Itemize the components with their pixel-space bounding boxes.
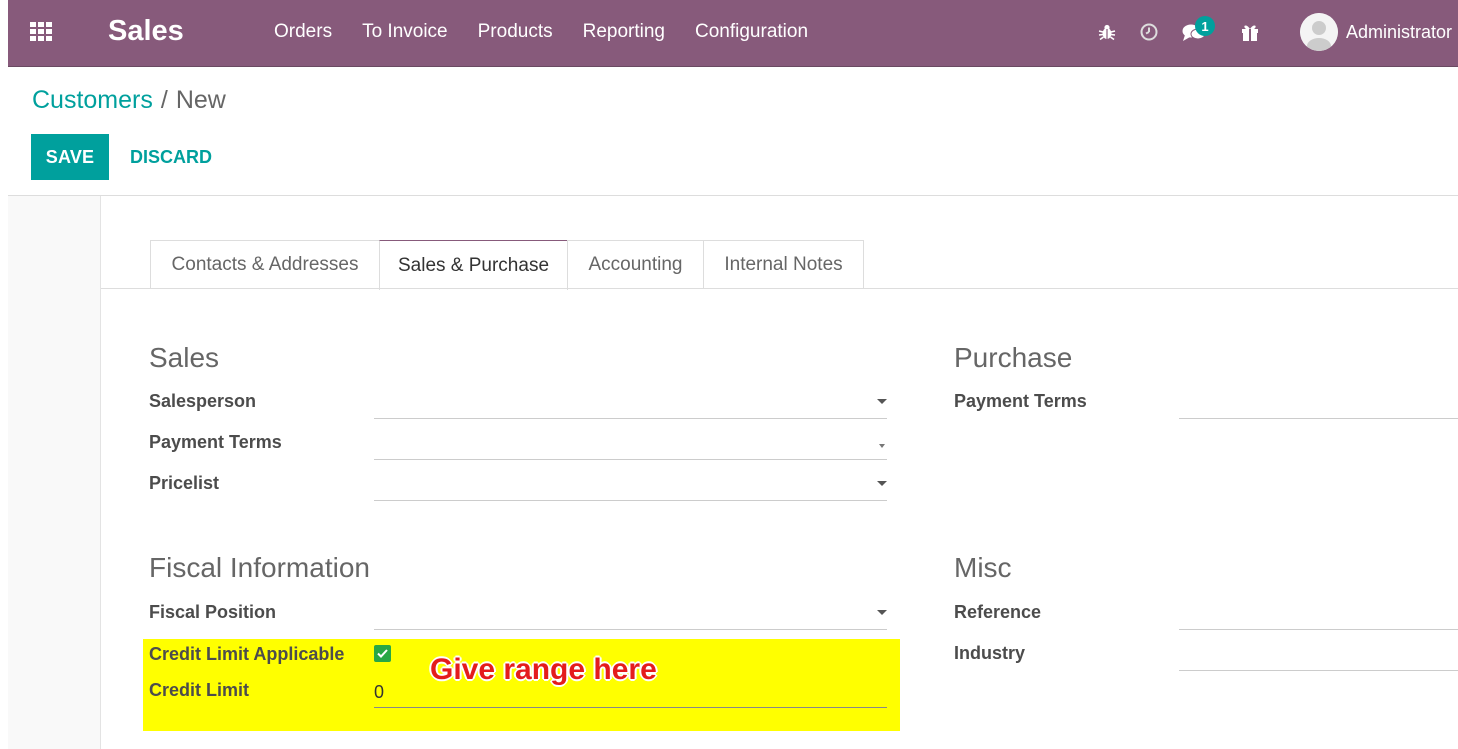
sheet-border (100, 196, 101, 749)
top-navbar: Sales Orders To Invoice Products Reporti… (8, 0, 1458, 67)
fiscal-group-title: Fiscal Information (149, 552, 370, 583)
control-panel-divider (8, 195, 1458, 196)
checkmark-icon (377, 649, 388, 658)
purchase-group-title: Purchase (954, 342, 1073, 373)
menu-item-reporting[interactable]: Reporting (583, 21, 665, 43)
purchase-payment-terms-select[interactable] (1179, 393, 1458, 419)
breadcrumb-customers-link[interactable]: Customers (32, 86, 153, 115)
pricelist-select[interactable] (374, 475, 887, 501)
gift-icon[interactable] (1240, 22, 1260, 42)
breadcrumb-separator: / (160, 86, 168, 114)
tab-internal-notes[interactable]: Internal Notes (703, 240, 864, 289)
tab-contacts-addresses[interactable]: Contacts & Addresses (150, 240, 380, 289)
messages-count-badge: 1 (1195, 16, 1215, 36)
avatar (1300, 13, 1338, 51)
save-button[interactable]: SAVE (31, 134, 109, 180)
salesperson-label: Salesperson (149, 391, 257, 411)
debug-bug-icon[interactable] (1098, 23, 1116, 41)
menu-item-configuration[interactable]: Configuration (695, 21, 808, 43)
sales-group-title: Sales (149, 342, 220, 373)
main-menu: Orders To Invoice Products Reporting Con… (274, 21, 838, 43)
industry-label: Industry (954, 643, 1026, 663)
user-name: Administrator (1346, 21, 1453, 42)
app-title[interactable]: Sales (108, 15, 184, 48)
tabs-underline (101, 288, 1458, 289)
messages-chat-icon[interactable]: 1 (1182, 16, 1215, 42)
breadcrumb-current: New (175, 86, 226, 114)
sheet-background (8, 196, 101, 749)
misc-group-title: Misc (954, 552, 1012, 583)
breadcrumb: Customers / New (32, 86, 226, 115)
sales-payment-terms-select[interactable] (374, 434, 887, 460)
systray: 1 Administrator (1098, 13, 1452, 51)
activity-clock-icon[interactable] (1140, 23, 1158, 41)
menu-item-to-invoice[interactable]: To Invoice (362, 21, 448, 43)
apps-menu-icon[interactable] (30, 22, 52, 44)
credit-limit-applicable-label: Credit Limit Applicable (149, 644, 345, 664)
fiscal-position-select[interactable] (374, 604, 887, 630)
salesperson-dropdown-icon[interactable] (877, 399, 887, 404)
credit-limit-applicable-checkbox[interactable] (374, 645, 391, 662)
salesperson-select[interactable] (374, 393, 887, 419)
credit-limit-label: Credit Limit (149, 680, 250, 700)
annotation-text: Give range here (430, 653, 657, 686)
tab-sales-purchase[interactable]: Sales & Purchase (379, 240, 568, 290)
menu-item-orders[interactable]: Orders (274, 21, 332, 43)
reference-input[interactable] (1179, 604, 1458, 630)
fiscal-position-label: Fiscal Position (149, 602, 277, 622)
discard-button[interactable]: DISCARD (118, 134, 224, 180)
tab-accounting[interactable]: Accounting (567, 240, 704, 289)
sales-payment-terms-label: Payment Terms (149, 432, 282, 452)
fiscal-position-dropdown-icon[interactable] (877, 610, 887, 615)
pricelist-label: Pricelist (149, 473, 220, 493)
reference-label: Reference (954, 602, 1042, 622)
menu-item-products[interactable]: Products (478, 21, 553, 43)
user-menu[interactable]: Administrator (1300, 13, 1452, 51)
pricelist-dropdown-icon[interactable] (877, 481, 887, 486)
purchase-payment-terms-label: Payment Terms (954, 391, 1087, 411)
payment-terms-dropdown-icon[interactable] (879, 444, 885, 448)
industry-select[interactable] (1179, 645, 1458, 671)
